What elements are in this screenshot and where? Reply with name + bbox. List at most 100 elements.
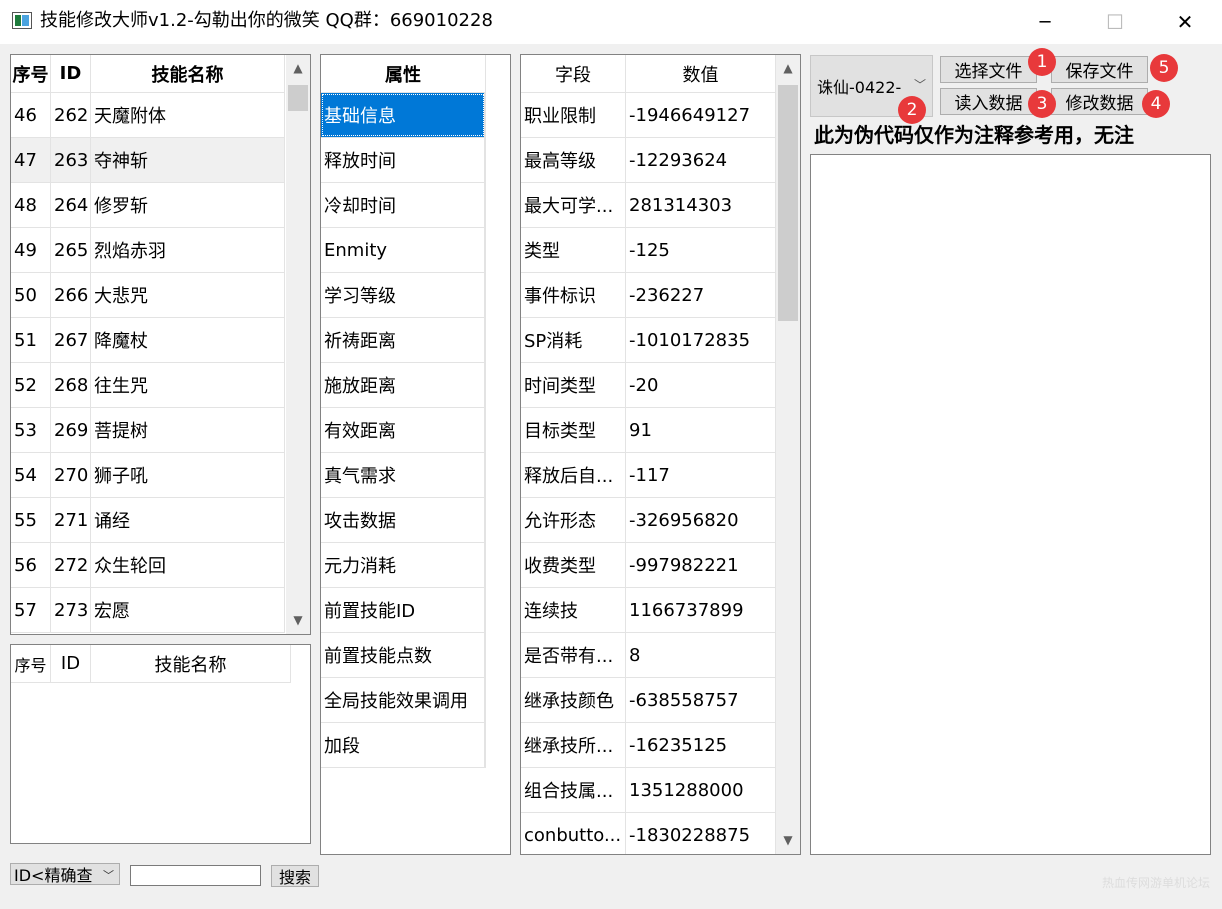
chevron-down-icon: ﹀ <box>913 78 926 92</box>
scroll-up-icon[interactable]: ▲ <box>776 61 800 75</box>
search-mode-select[interactable]: ID<精确查 ﹀ <box>10 863 120 885</box>
skill-row-id: 268 <box>51 363 91 407</box>
field-row[interactable]: conbutto... -1830228875 <box>521 813 776 854</box>
search-results-table: 序号 ID 技能名称 <box>10 644 311 844</box>
field-row[interactable]: 收费类型 -997982221 <box>521 543 776 588</box>
field-row[interactable]: SP消耗 -1010172835 <box>521 318 776 363</box>
skill-row[interactable]: 56 272 众生轮回 <box>11 543 285 588</box>
column-header-name[interactable]: 技能名称 <box>91 55 285 93</box>
attribute-item[interactable]: 真气需求 <box>321 453 486 498</box>
window-title: 技能修改大师v1.2-勾勒出你的微笑 QQ群：669010228 <box>40 10 493 31</box>
field-row[interactable]: 时间类型 -20 <box>521 363 776 408</box>
attribute-item[interactable]: 全局技能效果调用 <box>321 678 486 723</box>
scroll-down-icon[interactable]: ▼ <box>776 833 800 847</box>
field-row[interactable]: 连续技 1166737899 <box>521 588 776 633</box>
attribute-item-label: 真气需求 <box>321 453 485 497</box>
select-file-button[interactable]: 选择文件 <box>940 56 1037 83</box>
field-row[interactable]: 继承技所... -16235125 <box>521 723 776 768</box>
skill-row-no: 50 <box>11 273 51 317</box>
maximize-button[interactable]: ☐ <box>1080 0 1150 44</box>
skill-row[interactable]: 47 263 夺神斩 <box>11 138 285 183</box>
skill-row[interactable]: 52 268 往生咒 <box>11 363 285 408</box>
column-header-attribute[interactable]: 属性 <box>321 55 486 93</box>
field-value: -117 <box>626 453 776 497</box>
attribute-item[interactable]: 前置技能点数 <box>321 633 486 678</box>
field-row[interactable]: 组合技属... 1351288000 <box>521 768 776 813</box>
scroll-up-icon[interactable]: ▲ <box>286 61 310 75</box>
skill-row[interactable]: 55 271 诵经 <box>11 498 285 543</box>
column-header-no[interactable]: 序号 <box>11 645 51 683</box>
skill-row[interactable]: 50 266 大悲咒 <box>11 273 285 318</box>
field-row[interactable]: 目标类型 91 <box>521 408 776 453</box>
field-row[interactable]: 职业限制 -1946649127 <box>521 93 776 138</box>
field-row[interactable]: 继承技颜色 -638558757 <box>521 678 776 723</box>
column-header-id[interactable]: ID <box>51 55 91 93</box>
attribute-item[interactable]: 基础信息 <box>321 93 486 138</box>
skill-list-scrollbar[interactable]: ▲ ▼ <box>286 55 310 634</box>
skill-row[interactable]: 57 273 宏愿 <box>11 588 285 633</box>
field-value: 91 <box>626 408 776 452</box>
search-button[interactable]: 搜索 <box>271 865 319 887</box>
field-row[interactable]: 最高等级 -12293624 <box>521 138 776 183</box>
field-table-scrollbar[interactable]: ▲ ▼ <box>776 55 800 854</box>
column-header-field[interactable]: 字段 <box>521 55 626 93</box>
attribute-item[interactable]: Enmity <box>321 228 486 273</box>
column-header-no[interactable]: 序号 <box>11 55 51 93</box>
skill-row-name: 烈焰赤羽 <box>91 228 285 272</box>
field-row[interactable]: 释放后自... -117 <box>521 453 776 498</box>
step-badge-4: 4 <box>1142 90 1170 118</box>
field-name: 收费类型 <box>521 543 626 587</box>
skill-row-id: 270 <box>51 453 91 497</box>
note-label: 此为伪代码仅作为注释参考用，无注 <box>814 123 1134 147</box>
skill-row-name: 夺神斩 <box>91 138 285 182</box>
skill-row[interactable]: 51 267 降魔杖 <box>11 318 285 363</box>
skill-row[interactable]: 49 265 烈焰赤羽 <box>11 228 285 273</box>
field-row[interactable]: 允许形态 -326956820 <box>521 498 776 543</box>
code-text-area[interactable] <box>810 154 1211 855</box>
skill-row[interactable]: 54 270 狮子吼 <box>11 453 285 498</box>
close-button[interactable]: ✕ <box>1150 0 1220 44</box>
field-row[interactable]: 是否带有... 8 <box>521 633 776 678</box>
field-name: 目标类型 <box>521 408 626 452</box>
modify-data-button[interactable]: 修改数据 <box>1051 88 1148 115</box>
field-name: 事件标识 <box>521 273 626 317</box>
attribute-item[interactable]: 有效距离 <box>321 408 486 453</box>
attribute-item-label: 施放距离 <box>321 363 485 407</box>
field-name: 最大可学... <box>521 183 626 227</box>
read-data-button[interactable]: 读入数据 <box>940 88 1037 115</box>
watermark: 热血传网游单机论坛 <box>1102 876 1211 890</box>
scroll-down-icon[interactable]: ▼ <box>286 613 310 627</box>
save-file-button[interactable]: 保存文件 <box>1051 56 1148 83</box>
skill-row-no: 57 <box>11 588 51 632</box>
attribute-item-label: 元力消耗 <box>321 543 485 587</box>
attribute-item[interactable]: 元力消耗 <box>321 543 486 588</box>
skill-row[interactable]: 53 269 菩提树 <box>11 408 285 453</box>
column-header-name[interactable]: 技能名称 <box>91 645 291 683</box>
attribute-item[interactable]: 施放距离 <box>321 363 486 408</box>
attribute-item[interactable]: 前置技能ID <box>321 588 486 633</box>
attribute-item[interactable]: 攻击数据 <box>321 498 486 543</box>
field-row[interactable]: 类型 -125 <box>521 228 776 273</box>
field-row[interactable]: 最大可学... 281314303 <box>521 183 776 228</box>
skill-row[interactable]: 46 262 天魔附体 <box>11 93 285 138</box>
skill-row-no: 54 <box>11 453 51 497</box>
field-name: 继承技所... <box>521 723 626 767</box>
scroll-thumb[interactable] <box>288 85 308 111</box>
skill-row[interactable]: 48 264 修罗斩 <box>11 183 285 228</box>
attribute-item-label: Enmity <box>321 228 485 272</box>
field-row[interactable]: 事件标识 -236227 <box>521 273 776 318</box>
skill-row-no: 49 <box>11 228 51 272</box>
search-input[interactable] <box>130 865 261 886</box>
scroll-thumb[interactable] <box>778 85 798 321</box>
search-mode-value: ID<精确查 <box>14 866 93 885</box>
attribute-item[interactable]: 加段 <box>321 723 486 768</box>
column-header-id[interactable]: ID <box>51 645 91 683</box>
attribute-item[interactable]: 释放时间 <box>321 138 486 183</box>
column-header-value[interactable]: 数值 <box>626 55 776 93</box>
attribute-list: 属性 基础信息 释放时间 冷却时间 Enmity 学习等级 祈祷距离 施放距离 有效距离 真气需… <box>320 54 511 855</box>
minimize-button[interactable]: ─ <box>1010 0 1080 44</box>
attribute-item[interactable]: 祈祷距离 <box>321 318 486 363</box>
step-badge-3: 3 <box>1028 90 1056 118</box>
attribute-item[interactable]: 学习等级 <box>321 273 486 318</box>
attribute-item[interactable]: 冷却时间 <box>321 183 486 228</box>
